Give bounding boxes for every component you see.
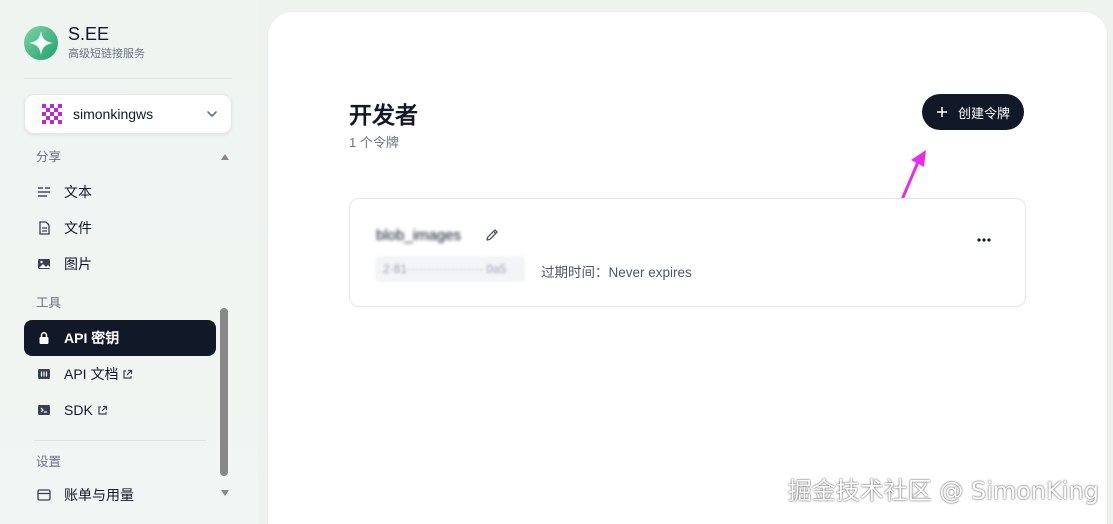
doc-icon	[36, 366, 52, 382]
plus-icon	[937, 107, 947, 117]
sidebar-item-label: 文件	[64, 220, 92, 236]
brand[interactable]: S.EE 高级短链接服务	[24, 24, 145, 61]
scroll-up-arrow[interactable]	[221, 154, 229, 160]
file-icon	[36, 220, 52, 236]
brand-subtitle: 高级短链接服务	[68, 48, 145, 60]
sidebar-item-label: API 密钥	[64, 330, 120, 346]
sidebar-item-image[interactable]: 图片	[24, 246, 216, 282]
text-icon	[36, 184, 52, 200]
sidebar-item-label: SDK	[64, 402, 93, 418]
account-switcher[interactable]: simonkingws	[24, 94, 232, 134]
brand-logo-icon	[24, 25, 58, 60]
token-expiry: 过期时间：Never expires	[541, 265, 692, 280]
billing-icon	[36, 487, 52, 503]
sidebar-item-text[interactable]: 文本	[24, 174, 216, 210]
divider	[24, 78, 232, 79]
sidebar-scrollbar[interactable]	[218, 150, 232, 500]
account-name: simonkingws	[73, 106, 154, 122]
sidebar-nav: 分享 文本 文件 图片 工具 API 密钥 API 文档 SDK 设置 账单与用…	[24, 146, 216, 524]
main-panel: 开发者 1 个令牌 创建令牌 blob_images 2·81·········…	[268, 12, 1107, 524]
token-name: blob_images	[376, 227, 462, 244]
token-count: 1 个令牌	[349, 135, 399, 150]
create-token-button[interactable]: 创建令牌	[922, 94, 1025, 130]
terminal-icon	[36, 402, 52, 418]
sidebar-item-sdk[interactable]: SDK	[24, 392, 216, 428]
annotation-arrow-icon	[899, 150, 926, 204]
chevron-down-icon	[207, 111, 217, 117]
scroll-down-arrow[interactable]	[221, 490, 229, 496]
external-link-icon	[98, 405, 107, 415]
avatar	[39, 101, 65, 127]
sidebar-item-label: 图片	[64, 256, 92, 272]
divider	[34, 440, 206, 441]
sidebar-item-file[interactable]: 文件	[24, 210, 216, 246]
sidebar-item-label: API 文档	[64, 366, 119, 382]
image-icon	[36, 256, 52, 272]
section-title-tools: 工具	[36, 296, 62, 310]
create-token-label: 创建令牌	[958, 105, 1011, 121]
lock-icon	[36, 330, 52, 346]
more-horizontal-icon[interactable]	[975, 231, 993, 249]
sidebar-item-api-docs[interactable]: API 文档	[24, 356, 216, 392]
section-title-settings: 设置	[36, 455, 62, 469]
external-link-icon	[123, 369, 133, 379]
sidebar-item-label: 账单与用量	[64, 487, 134, 503]
token-key-masked[interactable]: 2·81··················· 0a5	[375, 256, 525, 282]
sidebar-item-label: 文本	[64, 184, 92, 200]
sidebar-item-billing[interactable]: 账单与用量	[24, 477, 216, 513]
brand-title: S.EE	[68, 24, 110, 44]
sidebar-item-api-keys[interactable]: API 密钥	[24, 320, 216, 356]
page-title: 开发者	[349, 102, 418, 128]
token-card: blob_images 2·81··················· 0a5 …	[349, 198, 1026, 307]
pencil-icon[interactable]	[484, 227, 500, 243]
section-title-share: 分享	[36, 150, 62, 164]
watermark: 掘金技术社区 @ SimonKing	[787, 477, 1099, 505]
scroll-thumb[interactable]	[220, 308, 228, 476]
sidebar: S.EE 高级短链接服务 simonkingws 分享 文本 文件 图片 工具 …	[0, 0, 258, 524]
